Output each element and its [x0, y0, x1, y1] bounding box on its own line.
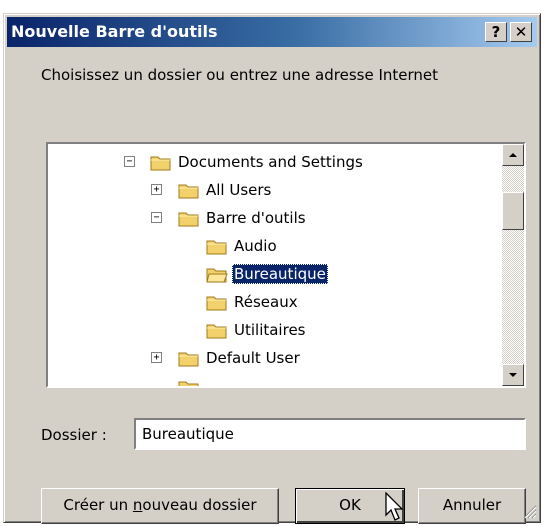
scroll-thumb[interactable]	[502, 192, 524, 230]
tree-item-label: Réseaux	[234, 293, 298, 311]
folder-icon	[178, 381, 199, 386]
tree-item-utilitaires[interactable]: Utilitaires	[48, 318, 502, 342]
title-bar[interactable]: Nouvelle Barre d'outils ? ✕	[7, 17, 537, 47]
tree-item-bureautique[interactable]: Bureautique	[48, 262, 502, 286]
tree-item-label: Utilitaires	[234, 321, 306, 339]
folder-icon	[206, 324, 227, 339]
vertical-scrollbar[interactable]	[502, 144, 524, 386]
new-folder-mnemonic: n	[132, 496, 143, 514]
folder-field-label: Dossier :	[41, 426, 107, 444]
cancel-button[interactable]: Annuler	[418, 488, 526, 524]
tree-item-reseaux[interactable]: Réseaux	[48, 290, 502, 314]
instruction-text: Choisissez un dossier ou entrez une adre…	[41, 66, 439, 84]
tree-item-default-user[interactable]: + Default User	[48, 346, 502, 370]
new-folder-label-start: Créer un	[63, 496, 133, 514]
folder-icon	[150, 156, 171, 171]
resize-grip-icon[interactable]	[523, 505, 537, 519]
arrow-up-icon	[509, 153, 517, 157]
tree-item-documents-and-settings[interactable]: − Documents and Settings	[48, 150, 502, 174]
tree-item-all-users[interactable]: + All Users	[48, 178, 502, 202]
scroll-down-button[interactable]	[502, 364, 524, 386]
folder-open-icon	[206, 268, 228, 283]
window-title: Nouvelle Barre d'outils	[11, 22, 218, 41]
tree-item-audio[interactable]: Audio	[48, 234, 502, 258]
tree-item-label-selected: Bureautique	[232, 264, 328, 284]
arrow-down-icon	[509, 373, 517, 377]
tree-content: − Documents and Settings + All Users − B…	[48, 144, 502, 386]
tree-item-label: Documents and Settings	[178, 153, 363, 171]
tree-item-label: Audio	[234, 237, 277, 255]
new-folder-button[interactable]: Créer un nouveau dossier	[41, 488, 279, 524]
folder-icon	[206, 240, 227, 255]
tree-item-label: Barre d'outils	[206, 209, 306, 227]
tree-item-label: Default User	[206, 349, 300, 367]
folder-icon	[178, 184, 199, 199]
expand-icon[interactable]: +	[151, 352, 162, 363]
collapse-icon[interactable]: −	[151, 212, 162, 223]
tree-item-barre-doutils[interactable]: − Barre d'outils	[48, 206, 502, 230]
expand-icon[interactable]: +	[151, 184, 162, 195]
folder-icon	[178, 352, 199, 367]
dialog-window: Nouvelle Barre d'outils ? ✕ Choisissez u…	[3, 13, 541, 524]
tree-item-label: All Users	[206, 181, 272, 199]
folder-tree[interactable]: − Documents and Settings + All Users − B…	[46, 142, 526, 388]
folder-icon	[206, 296, 227, 311]
folder-icon	[178, 212, 199, 227]
help-button[interactable]: ?	[485, 22, 507, 42]
folder-input[interactable]	[134, 418, 526, 450]
scroll-up-button[interactable]	[502, 144, 524, 166]
collapse-icon[interactable]: −	[124, 156, 135, 167]
new-folder-label-end: ouveau dossier	[142, 496, 257, 514]
close-button[interactable]: ✕	[510, 22, 532, 42]
mouse-cursor-icon	[385, 492, 404, 521]
